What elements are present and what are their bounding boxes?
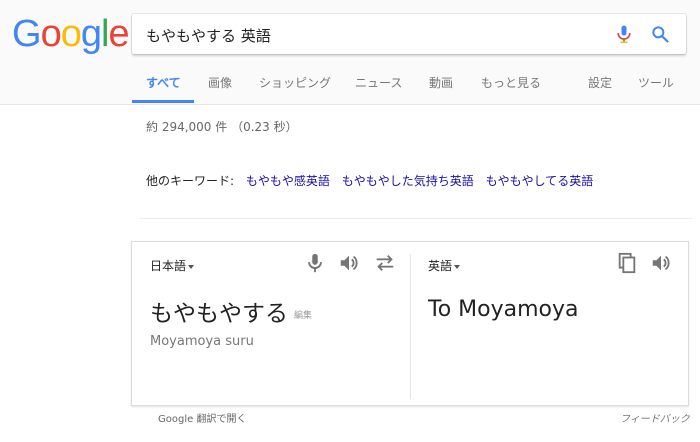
caret-down-icon (454, 264, 461, 269)
search-icon[interactable] (650, 24, 670, 44)
tab-images[interactable]: 画像 (208, 74, 232, 91)
header: Google もやもやする 英語 すべて 画像 ショッピング ニュース 動画 も… (0, 0, 700, 105)
translate-card: 日本語 英語 もやもやする 編集 Moyamoya suru To Moyamoy… (131, 241, 689, 406)
related-label: 他のキーワード: (146, 174, 235, 188)
edit-link[interactable]: 編集 (294, 311, 312, 321)
caret-down-icon (188, 264, 195, 269)
google-logo[interactable]: Google (12, 14, 130, 54)
related-link[interactable]: もやもやした気持ち英語 (342, 174, 474, 188)
speaker-icon[interactable] (338, 252, 360, 274)
search-box[interactable]: もやもやする 英語 (132, 14, 686, 54)
copy-icon[interactable] (616, 252, 638, 274)
romanization: Moyamoya suru (150, 334, 254, 349)
source-text-value: もやもやする (150, 301, 288, 327)
microphone-icon[interactable] (304, 252, 326, 274)
source-language-select[interactable]: 日本語 (150, 257, 195, 274)
related-link[interactable]: もやもやしてる英語 (486, 174, 594, 188)
target-language-select[interactable]: 英語 (428, 257, 461, 274)
active-tab-indicator (132, 100, 194, 103)
tab-settings[interactable]: 設定 (588, 74, 612, 91)
results-count: 約 294,000 件 （0.23 秒） (146, 120, 298, 134)
feedback-link[interactable]: フィードバック (620, 410, 690, 425)
related-keywords: 他のキーワード: もやもや感英語 もやもやした気持ち英語 もやもやしてる英語 (146, 172, 593, 189)
card-divider (410, 254, 411, 399)
microphone-icon[interactable] (614, 24, 634, 44)
divider (140, 218, 692, 219)
speaker-icon[interactable] (650, 252, 672, 274)
search-input[interactable]: もやもやする 英語 (146, 25, 271, 46)
tab-news[interactable]: ニュース (355, 74, 402, 91)
related-link[interactable]: もやもや感英語 (246, 174, 330, 188)
tab-tools[interactable]: ツール (638, 74, 674, 91)
tab-more[interactable]: もっと見る (481, 74, 541, 91)
source-language-label: 日本語 (150, 259, 187, 273)
tab-shopping[interactable]: ショッピング (259, 74, 331, 91)
tab-videos[interactable]: 動画 (429, 74, 453, 91)
swap-languages-icon[interactable] (374, 252, 396, 274)
target-language-label: 英語 (428, 259, 453, 273)
source-text[interactable]: もやもやする 編集 (150, 294, 312, 328)
translated-text: To Moyamoya (428, 297, 579, 322)
open-in-translate-link[interactable]: Google 翻訳で開く (158, 410, 246, 425)
tab-all[interactable]: すべて (146, 74, 181, 91)
